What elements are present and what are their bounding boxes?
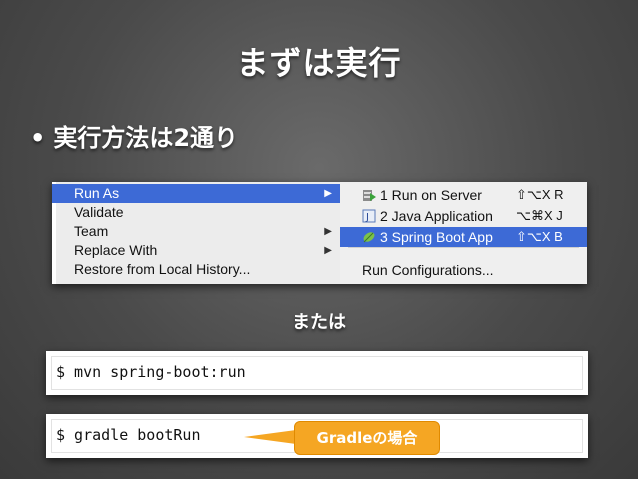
menu-item-label: Restore from Local History... bbox=[74, 261, 251, 277]
submenu-item-label: 3 Spring Boot App bbox=[380, 229, 493, 245]
menu-item-run-as[interactable]: Run As ▶ bbox=[52, 184, 340, 203]
submenu-item-label: Run Configurations... bbox=[362, 262, 494, 278]
submenu-arrow-icon: ▶ bbox=[324, 226, 332, 237]
menu-item-label: Run As bbox=[74, 185, 120, 201]
context-menu-screenshot: Run As ▶ Validate Team ▶ Replace With ▶ … bbox=[52, 182, 587, 284]
menu-item-label: Team bbox=[74, 223, 109, 239]
menu-item-label: Replace With bbox=[74, 242, 158, 258]
or-label: または bbox=[292, 312, 346, 333]
bullet-dot-icon: • bbox=[30, 124, 46, 152]
menu-item-replace-with[interactable]: Replace With ▶ bbox=[52, 241, 340, 260]
menu-separator bbox=[348, 247, 579, 248]
menu-item-validate[interactable]: Validate bbox=[52, 203, 340, 222]
bullet-text: 実行方法は2通り bbox=[53, 124, 239, 152]
callout-pointer bbox=[244, 430, 296, 444]
submenu-item-spring-boot-app[interactable]: 3 Spring Boot App ⇧⌥X B bbox=[340, 227, 587, 247]
submenu-item-label: 2 Java Application bbox=[380, 208, 493, 224]
menu-item-team[interactable]: Team ▶ bbox=[52, 222, 340, 241]
menu-item-label: Validate bbox=[74, 204, 124, 220]
submenu-item-java-application[interactable]: J 2 Java Application ⌥⌘X J bbox=[340, 206, 587, 226]
submenu-item-label: 1 Run on Server bbox=[380, 187, 482, 203]
submenu-item-run-on-server[interactable]: 1 Run on Server ⇧⌥X R bbox=[340, 185, 587, 205]
run-as-submenu: 1 Run on Server ⇧⌥X R J 2 Java Applicati… bbox=[340, 182, 587, 284]
maven-command: $ mvn spring-boot:run bbox=[56, 363, 246, 381]
bullet-item: • 実行方法は2通り bbox=[30, 118, 238, 153]
run-server-icon bbox=[363, 190, 376, 201]
gradle-callout: Gradleの場合 bbox=[294, 421, 440, 455]
context-menu: Run As ▶ Validate Team ▶ Replace With ▶ … bbox=[52, 182, 340, 284]
shortcut-text: ⌥⌘X J bbox=[516, 208, 563, 223]
java-app-icon: J bbox=[362, 209, 376, 223]
submenu-item-run-configurations[interactable]: Run Configurations... bbox=[340, 260, 587, 280]
shortcut-text: ⇧⌥X R bbox=[516, 187, 564, 202]
shortcut-text: ⇧⌥X B bbox=[516, 229, 563, 244]
svg-text:J: J bbox=[365, 212, 369, 223]
gradle-command: $ gradle bootRun bbox=[56, 426, 201, 444]
submenu-arrow-icon: ▶ bbox=[324, 188, 332, 199]
spring-leaf-icon bbox=[363, 232, 375, 243]
maven-command-box: $ mvn spring-boot:run bbox=[46, 351, 588, 395]
slide-title: まずは実行 bbox=[236, 44, 402, 82]
submenu-arrow-icon: ▶ bbox=[324, 245, 332, 256]
menu-item-restore-local-history[interactable]: Restore from Local History... bbox=[52, 260, 340, 279]
